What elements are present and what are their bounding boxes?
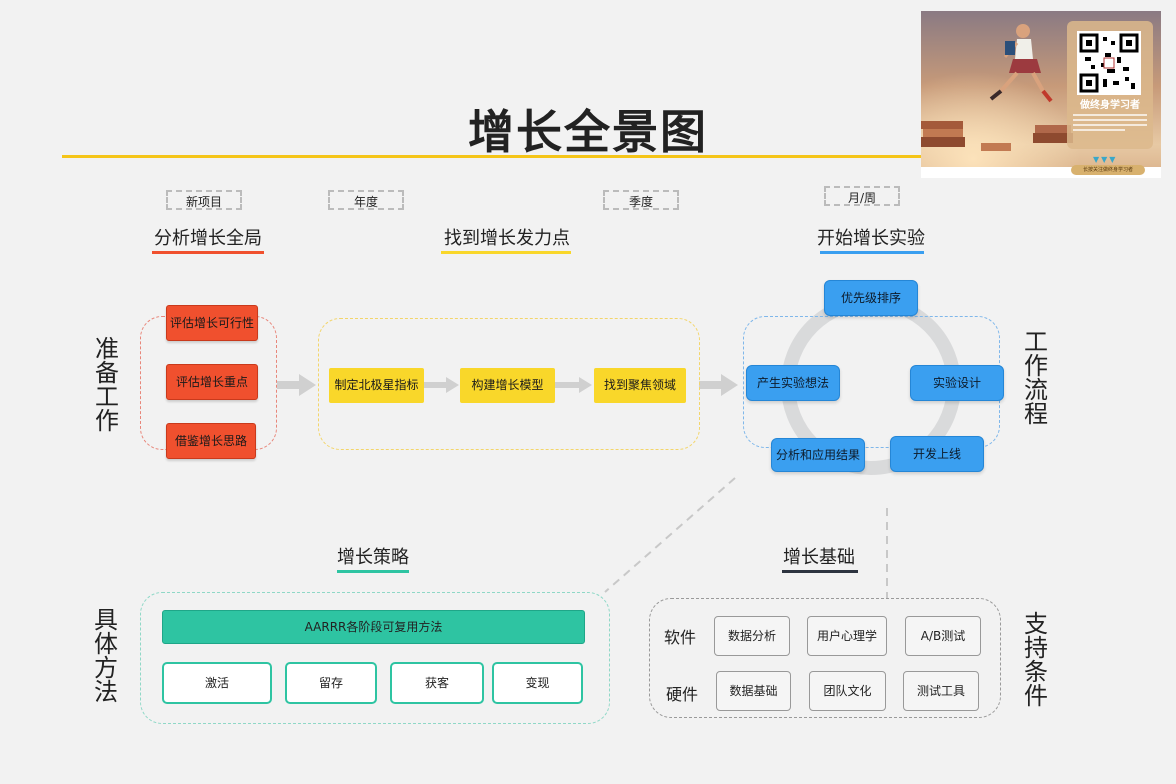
tag-yearly: 年度 [328, 190, 404, 210]
heading-experiment: 开始增长实验 [817, 228, 925, 249]
label-hardware: 硬件 [666, 685, 699, 704]
book-stack-icon [1035, 125, 1071, 133]
promo-image[interactable]: 做终身学习者 ▼▼▼ 长按关注做终身学习者 [921, 11, 1161, 178]
underline-analysis [152, 251, 264, 254]
arrow-prep-to-find [277, 374, 316, 396]
heading-strategy: 增长策略 [337, 547, 409, 568]
qr-code-icon [1077, 31, 1141, 95]
step-north-star-metric[interactable]: 制定北极星指标 [329, 368, 424, 403]
step-growth-model[interactable]: 构建增长模型 [460, 368, 555, 403]
heading-foundation: 增长基础 [783, 547, 855, 568]
label-methods: 具体方法 [94, 606, 118, 706]
heading-analysis: 分析增长全局 [154, 228, 262, 249]
support-test-tools[interactable]: 测试工具 [903, 671, 979, 711]
underline-find [441, 251, 571, 254]
tag-new-project: 新项目 [166, 190, 242, 210]
heading-find: 找到增长发力点 [444, 228, 570, 249]
step-focus-area[interactable]: 找到聚焦领域 [594, 368, 686, 403]
support-ab-testing[interactable]: A/B测试 [905, 616, 981, 656]
label-prep-work: 准备工作 [95, 335, 119, 435]
promo-follow-button[interactable]: 长按关注做终身学习者 [1071, 165, 1145, 175]
underline-foundation [782, 570, 858, 573]
jumping-child-icon [989, 24, 1053, 103]
strategy-acquisition[interactable]: 获客 [390, 662, 484, 704]
arrow-find-to-workflow [699, 374, 738, 396]
cycle-design[interactable]: 实验设计 [910, 365, 1004, 401]
arrow-down-icon: ▼▼▼ [1093, 155, 1118, 164]
cycle-launch[interactable]: 开发上线 [890, 436, 984, 472]
support-team-culture[interactable]: 团队文化 [809, 671, 886, 711]
tag-quarterly: 季度 [603, 190, 679, 210]
underline-strategy [337, 570, 409, 573]
label-workflow: 工作流程 [1024, 328, 1048, 428]
strategy-activation[interactable]: 激活 [162, 662, 272, 704]
promo-description-lines [1073, 111, 1147, 137]
tag-monthly-weekly: 月/周 [824, 186, 900, 206]
connector-strategy [604, 477, 736, 593]
cycle-ideas[interactable]: 产生实验想法 [746, 365, 840, 401]
step-evaluate-focus[interactable]: 评估增长重点 [166, 364, 258, 400]
promo-heading: 做终身学习者 [1080, 100, 1140, 111]
support-data-analysis[interactable]: 数据分析 [714, 616, 790, 656]
book-stack-icon [921, 121, 963, 129]
cycle-analyze-results[interactable]: 分析和应用结果 [771, 438, 865, 472]
step-evaluate-feasibility[interactable]: 评估增长可行性 [166, 305, 258, 341]
title-underline [62, 155, 924, 158]
step-learn-ideas[interactable]: 借鉴增长思路 [166, 423, 256, 459]
support-user-psychology[interactable]: 用户心理学 [807, 616, 887, 656]
label-support: 支持条件 [1024, 610, 1048, 710]
aarrr-methods-bar[interactable]: AARRR各阶段可复用方法 [162, 610, 585, 644]
support-data-infrastructure[interactable]: 数据基础 [716, 671, 791, 711]
strategy-monetization[interactable]: 变现 [492, 662, 583, 704]
underline-experiment [820, 251, 924, 254]
strategy-retention[interactable]: 留存 [285, 662, 377, 704]
label-software: 软件 [664, 628, 697, 647]
cycle-priority[interactable]: 优先级排序 [824, 280, 918, 316]
